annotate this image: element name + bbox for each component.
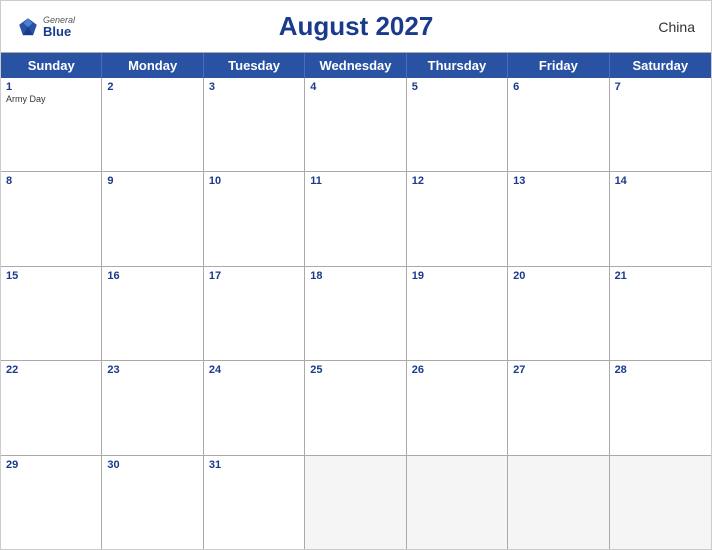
day-number: 13 bbox=[513, 175, 525, 187]
day-header-thursday: Thursday bbox=[407, 53, 508, 78]
day-number: 17 bbox=[209, 270, 221, 282]
day-number: 28 bbox=[615, 364, 627, 376]
day-cell-11: 11 bbox=[305, 172, 406, 265]
day-number: 20 bbox=[513, 270, 525, 282]
day-cell-3: 3 bbox=[204, 78, 305, 171]
day-number: 21 bbox=[615, 270, 627, 282]
day-number: 8 bbox=[6, 175, 12, 187]
day-number: 14 bbox=[615, 175, 627, 187]
day-number: 24 bbox=[209, 364, 221, 376]
day-number: 18 bbox=[310, 270, 322, 282]
day-number: 3 bbox=[209, 81, 215, 93]
day-headers-row: SundayMondayTuesdayWednesdayThursdayFrid… bbox=[1, 53, 711, 78]
weeks-container: 1Army Day2345678910111213141516171819202… bbox=[1, 78, 711, 549]
day-cell-4: 4 bbox=[305, 78, 406, 171]
day-header-sunday: Sunday bbox=[1, 53, 102, 78]
day-cell-20: 20 bbox=[508, 267, 609, 360]
day-number: 23 bbox=[107, 364, 119, 376]
day-number: 25 bbox=[310, 364, 322, 376]
day-number: 9 bbox=[107, 175, 113, 187]
calendar-container: General Blue August 2027 China SundayMon… bbox=[0, 0, 712, 550]
week-row-5: 29 30 31 bbox=[1, 456, 711, 549]
week-row-3: 15 16 17 18 19 20 21 bbox=[1, 267, 711, 361]
day-cell-31: 31 bbox=[204, 456, 305, 549]
day-number: 30 bbox=[107, 459, 119, 471]
calendar-grid: SundayMondayTuesdayWednesdayThursdayFrid… bbox=[1, 52, 711, 549]
day-cell-13: 13 bbox=[508, 172, 609, 265]
day-cell-27: 27 bbox=[508, 361, 609, 454]
day-cell-5: 5 bbox=[407, 78, 508, 171]
week-row-1: 1Army Day 2 3 4 5 6 7 bbox=[1, 78, 711, 172]
day-cell-22: 22 bbox=[1, 361, 102, 454]
day-number: 26 bbox=[412, 364, 424, 376]
day-cell-empty-3 bbox=[305, 456, 406, 549]
day-cell-12: 12 bbox=[407, 172, 508, 265]
day-number: 1 bbox=[6, 81, 12, 93]
day-cell-8: 8 bbox=[1, 172, 102, 265]
day-cell-15: 15 bbox=[1, 267, 102, 360]
calendar-header: General Blue August 2027 China bbox=[1, 1, 711, 52]
day-number: 4 bbox=[310, 81, 316, 93]
day-number: 10 bbox=[209, 175, 221, 187]
day-cell-7: 7 bbox=[610, 78, 711, 171]
logo-blue-text: Blue bbox=[43, 25, 75, 38]
day-cell-21: 21 bbox=[610, 267, 711, 360]
day-cell-25: 25 bbox=[305, 361, 406, 454]
country-label: China bbox=[658, 19, 695, 35]
day-cell-10: 10 bbox=[204, 172, 305, 265]
day-cell-9: 9 bbox=[102, 172, 203, 265]
day-number: 7 bbox=[615, 81, 621, 93]
logo-text: General Blue bbox=[43, 16, 75, 38]
day-cell-26: 26 bbox=[407, 361, 508, 454]
day-cell-24: 24 bbox=[204, 361, 305, 454]
day-cell-empty-5 bbox=[508, 456, 609, 549]
day-number: 19 bbox=[412, 270, 424, 282]
logo-area: General Blue bbox=[17, 16, 75, 38]
day-number: 5 bbox=[412, 81, 418, 93]
day-cell-empty-6 bbox=[610, 456, 711, 549]
day-cell-19: 19 bbox=[407, 267, 508, 360]
day-header-tuesday: Tuesday bbox=[204, 53, 305, 78]
day-header-monday: Monday bbox=[102, 53, 203, 78]
day-cell-6: 6 bbox=[508, 78, 609, 171]
day-header-saturday: Saturday bbox=[610, 53, 711, 78]
logo-icon bbox=[17, 16, 39, 38]
day-cell-14: 14 bbox=[610, 172, 711, 265]
day-number: 2 bbox=[107, 81, 113, 93]
day-cell-29: 29 bbox=[1, 456, 102, 549]
day-cell-1: 1Army Day bbox=[1, 78, 102, 171]
day-header-wednesday: Wednesday bbox=[305, 53, 406, 78]
day-cell-30: 30 bbox=[102, 456, 203, 549]
day-number: 11 bbox=[310, 175, 322, 187]
month-title: August 2027 bbox=[279, 11, 434, 42]
week-row-4: 22 23 24 25 26 27 28 bbox=[1, 361, 711, 455]
day-cell-18: 18 bbox=[305, 267, 406, 360]
day-cell-23: 23 bbox=[102, 361, 203, 454]
day-cell-2: 2 bbox=[102, 78, 203, 171]
day-cell-28: 28 bbox=[610, 361, 711, 454]
day-number: 15 bbox=[6, 270, 18, 282]
day-number: 27 bbox=[513, 364, 525, 376]
week-row-2: 8 9 10 11 12 13 14 bbox=[1, 172, 711, 266]
day-number: 16 bbox=[107, 270, 119, 282]
day-cell-17: 17 bbox=[204, 267, 305, 360]
day-number: 12 bbox=[412, 175, 424, 187]
day-cell-16: 16 bbox=[102, 267, 203, 360]
day-cell-empty-4 bbox=[407, 456, 508, 549]
day-number: 29 bbox=[6, 459, 18, 471]
day-number: 22 bbox=[6, 364, 18, 376]
day-number: 31 bbox=[209, 459, 221, 471]
day-header-friday: Friday bbox=[508, 53, 609, 78]
holiday-label: Army Day bbox=[6, 94, 96, 105]
day-number: 6 bbox=[513, 81, 519, 93]
